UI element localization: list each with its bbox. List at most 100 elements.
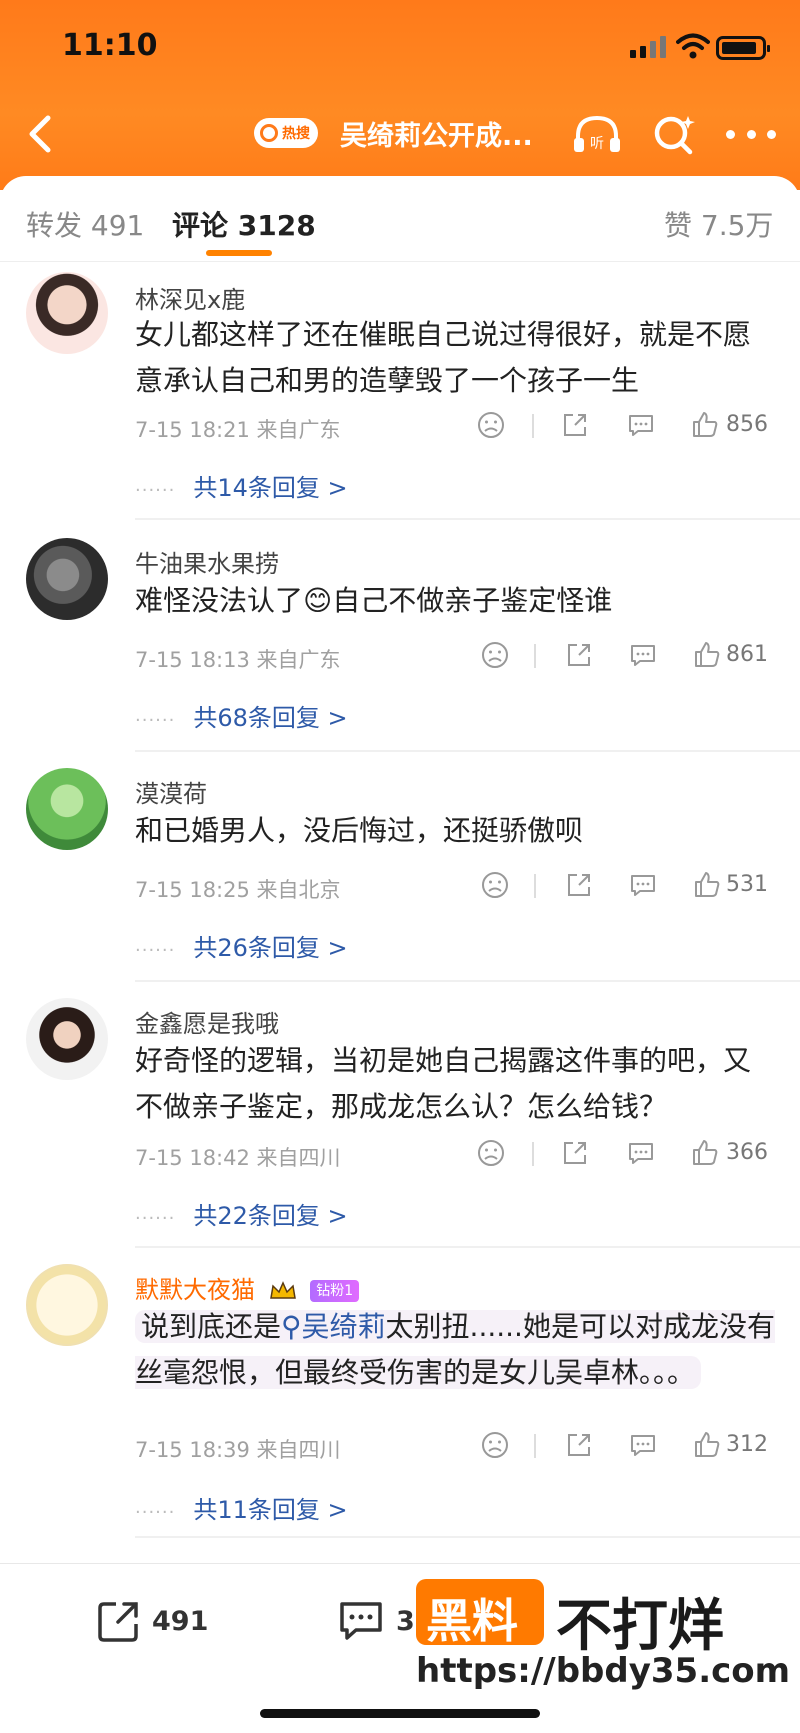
comment-actions: 531 xyxy=(476,870,776,904)
comment-location: 来自广东 xyxy=(256,648,341,672)
comment-actions: 856 xyxy=(476,410,776,444)
avatar[interactable] xyxy=(26,1264,108,1346)
comment-meta: 7-15 18:13 来自广东 xyxy=(135,644,341,674)
comment-username[interactable]: 林深见x鹿 xyxy=(135,280,245,315)
thumbs-up-icon[interactable] xyxy=(692,870,722,900)
comment-icon[interactable] xyxy=(626,410,656,440)
status-time: 11:10 xyxy=(62,28,158,63)
headphones-icon[interactable]: 听 xyxy=(570,110,624,158)
dislike-icon[interactable] xyxy=(480,640,510,670)
share-icon[interactable] xyxy=(560,1138,590,1168)
watermark-badge: 黑料 xyxy=(416,1579,544,1648)
dislike-icon[interactable] xyxy=(480,870,510,900)
tab-likes[interactable]: 赞 7.5万 xyxy=(664,204,773,244)
fan-badge[interactable]: 钻粉1 xyxy=(310,1280,360,1302)
thumbs-up-icon[interactable] xyxy=(690,1138,720,1168)
comment-text: 女儿都这样了还在催眠自己说过得很好，就是不愿意承认自己和男的造孽毁了一个孩子一生 xyxy=(135,318,752,397)
like-count: 861 xyxy=(726,642,768,667)
dislike-icon[interactable] xyxy=(476,410,506,440)
divider xyxy=(135,750,800,752)
cellular-signal-icon xyxy=(630,36,666,58)
comment-location: 来自广东 xyxy=(256,418,341,442)
comment-time: 7-15 18:13 xyxy=(135,648,250,672)
comment-time: 7-15 18:42 xyxy=(135,1146,250,1170)
dislike-icon[interactable] xyxy=(476,1138,506,1168)
view-replies-link[interactable]: ······ 共14条回复 > xyxy=(135,468,348,503)
comment-username[interactable]: 默默大夜猫 钻粉1 xyxy=(135,1270,360,1305)
share-icon[interactable] xyxy=(564,1430,594,1460)
tab-comments[interactable]: 评论 3128 xyxy=(172,204,316,244)
avatar[interactable] xyxy=(26,998,108,1080)
search-icon: ⚲ xyxy=(281,1310,302,1343)
comment-meta: 7-15 18:21 来自广东 xyxy=(135,414,341,444)
comment-icon[interactable] xyxy=(628,1430,658,1460)
hot-search-label: 热搜 xyxy=(282,126,310,142)
bottom-action-bar: 491 3128 黑料 不打烊 https://bbdy35.com xyxy=(0,1563,800,1733)
more-icon[interactable] xyxy=(726,124,776,144)
nav-bar: 热搜 吴绮莉公开成... 听 xyxy=(0,100,800,170)
home-indicator xyxy=(260,1709,540,1718)
status-bar: 11:10 xyxy=(0,0,800,90)
view-replies-link[interactable]: ······ 共26条回复 > xyxy=(135,928,348,963)
divider xyxy=(135,1536,800,1538)
comment-username[interactable]: 牛油果水果捞 xyxy=(135,544,279,579)
thumbs-up-icon[interactable] xyxy=(690,410,720,440)
comment-icon xyxy=(340,1602,382,1640)
search-icon[interactable] xyxy=(650,110,698,158)
share-icon[interactable] xyxy=(560,410,590,440)
comment-icon[interactable] xyxy=(626,1138,656,1168)
view-replies-link[interactable]: ······ 共22条回复 > xyxy=(135,1196,348,1231)
repost-button[interactable]: 491 xyxy=(96,1596,208,1646)
comment-icon[interactable] xyxy=(628,870,658,900)
like-count: 531 xyxy=(726,872,768,897)
divider xyxy=(534,1434,536,1458)
repost-count: 491 xyxy=(152,1605,209,1637)
like-count: 366 xyxy=(726,1140,768,1165)
comment-meta: 7-15 18:39 来自四川 xyxy=(135,1434,341,1464)
divider xyxy=(135,518,800,520)
like-count: 312 xyxy=(726,1432,768,1457)
share-icon[interactable] xyxy=(564,870,594,900)
comment-tabs: 转发 491 评论 3128 赞 7.5万 xyxy=(0,176,800,262)
comment-text: 说到底还是⚲吴绮莉太别扭......她是可以对成龙没有丝毫怨恨，但最终受伤害的是… xyxy=(135,1310,775,1389)
topic-mention-link[interactable]: ⚲吴绮莉 xyxy=(281,1310,386,1343)
comment-location: 来自北京 xyxy=(256,878,341,902)
divider xyxy=(532,1142,534,1166)
hot-search-badge[interactable]: 热搜 xyxy=(254,118,318,148)
share-icon[interactable] xyxy=(564,640,594,670)
dislike-icon[interactable] xyxy=(480,1430,510,1460)
tab-indicator xyxy=(206,250,272,256)
divider xyxy=(534,874,536,898)
comment-text: 好奇怪的逻辑，当初是她自己揭露这件事的吧，又不做亲子鉴定，那成龙怎么认？怎么给钱… xyxy=(135,1044,752,1123)
comment-time: 7-15 18:21 xyxy=(135,418,250,442)
comment-time: 7-15 18:25 xyxy=(135,878,250,902)
page-title[interactable]: 吴绮莉公开成... xyxy=(340,114,533,153)
comment-actions: 366 xyxy=(476,1138,776,1172)
divider xyxy=(135,1246,800,1248)
comment-username[interactable]: 漠漠荷 xyxy=(135,774,207,809)
thumbs-up-icon[interactable] xyxy=(692,640,722,670)
share-icon xyxy=(98,1602,138,1642)
back-icon[interactable] xyxy=(18,110,66,158)
crown-icon xyxy=(269,1281,296,1299)
view-replies-link[interactable]: ······ 共68条回复 > xyxy=(135,698,348,733)
watermark-brand: 不打烊 xyxy=(556,1594,724,1659)
comment-icon[interactable] xyxy=(628,640,658,670)
svg-text:听: 听 xyxy=(590,136,604,152)
view-replies-link[interactable]: ······ 共11条回复 > xyxy=(135,1490,348,1525)
comment-username[interactable]: 金鑫愿是我哦 xyxy=(135,1004,279,1039)
thumbs-up-icon[interactable] xyxy=(692,1430,722,1460)
avatar[interactable] xyxy=(26,272,108,354)
comment-actions: 312 xyxy=(476,1430,776,1464)
comment-location: 来自四川 xyxy=(256,1146,341,1170)
avatar[interactable] xyxy=(26,538,108,620)
like-count: 856 xyxy=(726,412,768,437)
tab-repost[interactable]: 转发 491 xyxy=(26,204,144,244)
avatar[interactable] xyxy=(26,768,108,850)
comment-actions: 861 xyxy=(476,640,776,674)
divider xyxy=(534,644,536,668)
comment-time: 7-15 18:39 xyxy=(135,1438,250,1462)
smile-emoji-icon: 😊 xyxy=(303,584,333,617)
watermark-url: https://bbdy35.com xyxy=(416,1651,791,1691)
divider xyxy=(532,414,534,438)
